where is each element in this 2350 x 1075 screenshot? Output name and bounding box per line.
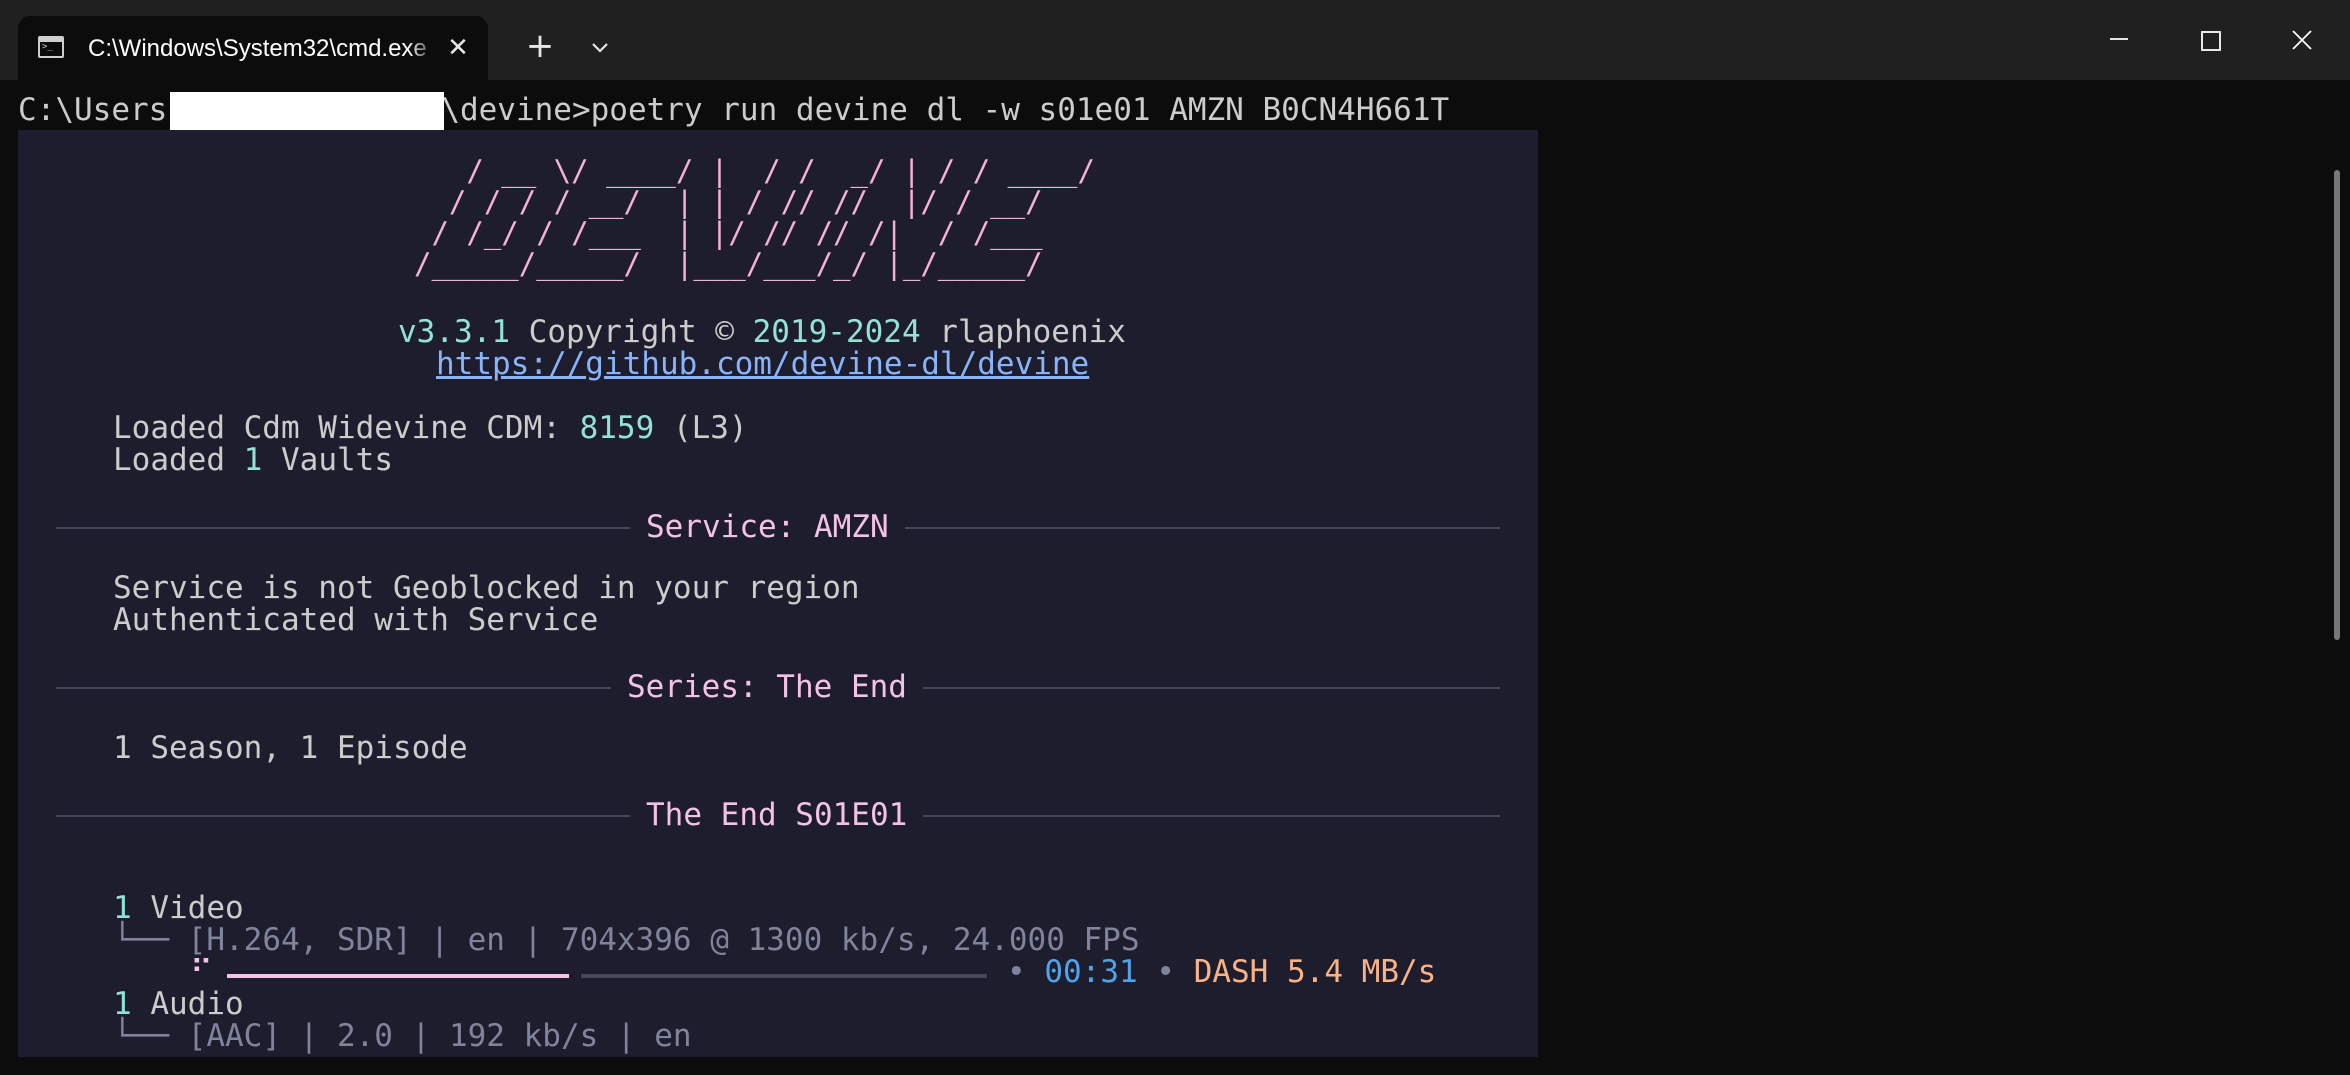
video-details: [H.264, SDR] | en | 704x396 @ 1300 kb/s,…	[187, 922, 1140, 958]
video-track-heading: 1 Video	[113, 890, 244, 926]
series-heading: Series: The End	[611, 671, 923, 703]
download-progress-line: ⠋	[190, 956, 213, 988]
title-bar: C:\Windows\System32\cmd.exe ✕ +	[0, 0, 2350, 80]
cdm-level: (L3)	[672, 410, 748, 446]
author: rlaphoenix	[939, 314, 1126, 350]
prompt-prefix: C:\Users	[18, 92, 168, 128]
cdm-id: 8159	[579, 410, 655, 446]
command-prompt-icon	[38, 36, 64, 58]
audio-details: [AAC] | 2.0 | 192 kb/s | en	[187, 1018, 692, 1054]
copyright-label: Copyright ©	[528, 314, 734, 350]
terminal-output[interactable]: C:\Users \devine>poetry run devine dl -w …	[0, 80, 2350, 1075]
minimize-button[interactable]	[2072, 0, 2164, 80]
vaults-status: Loaded 1 Vaults	[113, 442, 393, 478]
download-speed: 5.4 MB/s	[1287, 954, 1437, 990]
progress-stats: • 00:31 • DASH 5.4 MB/s	[1007, 954, 1437, 990]
minimize-icon	[2110, 38, 2128, 40]
close-tab-icon[interactable]: ✕	[442, 32, 474, 64]
progress-bar-remaining	[581, 974, 987, 978]
github-link[interactable]: https://github.com/devine-dl/devine	[436, 348, 1089, 380]
version: v3.3.1	[398, 314, 510, 350]
progress-bar-filled	[227, 974, 569, 978]
protocol: DASH	[1193, 954, 1269, 990]
audio-track-info: └── [AAC] | 2.0 | 192 kb/s | en	[113, 1020, 692, 1052]
tree-branch: └──	[113, 922, 169, 958]
version-line: v3.3.1 Copyright © 2019-2024 rlaphoenix	[398, 316, 1126, 348]
video-count: 1	[113, 890, 132, 926]
chevron-down-icon[interactable]	[582, 30, 618, 66]
video-track-info: └── [H.264, SDR] | en | 704x396 @ 1300 k…	[113, 924, 1140, 956]
maximize-button[interactable]	[2164, 0, 2256, 80]
geoblock-status: Service is not Geoblocked in your region	[113, 570, 860, 606]
audio-count: 1	[113, 986, 132, 1022]
tree-branch: └──	[113, 1018, 169, 1054]
elapsed-time: 00:31	[1044, 954, 1138, 990]
close-window-button[interactable]	[2256, 0, 2348, 80]
scrollbar-thumb[interactable]	[2334, 170, 2340, 640]
redacted-username	[170, 92, 444, 130]
prompt-command: \devine>poetry run devine dl -w s01e01 A…	[441, 92, 1450, 128]
service-heading: Service: AMZN	[630, 511, 905, 543]
maximize-icon	[2201, 31, 2221, 51]
cdm-status: Loaded Cdm Widevine CDM: 8159 (L3)	[113, 410, 748, 446]
audio-track-heading: 1 Audio	[113, 986, 244, 1022]
auth-status: Authenticated with Service	[113, 602, 599, 638]
plus-icon[interactable]: +	[520, 26, 560, 66]
terminal-tab[interactable]: C:\Windows\System32\cmd.exe ✕	[18, 16, 488, 80]
tab-title: C:\Windows\System32\cmd.exe	[88, 35, 427, 62]
vaults-count: 1	[243, 442, 263, 478]
devine-ascii-logo: / __ \/ ____/ | / / _/ | / / ____/ / / /…	[414, 154, 1095, 281]
episode-heading: The End S01E01	[630, 799, 924, 831]
copyright-years: 2019-2024	[752, 314, 921, 350]
spinner-icon: ⠋	[190, 954, 213, 990]
devine-output-panel: / __ \/ ____/ | / / _/ | / / ____/ / / /…	[18, 130, 1538, 1057]
series-summary: 1 Season, 1 Episode	[113, 730, 468, 766]
close-icon	[2292, 30, 2312, 50]
tab-title-fade	[408, 34, 438, 64]
